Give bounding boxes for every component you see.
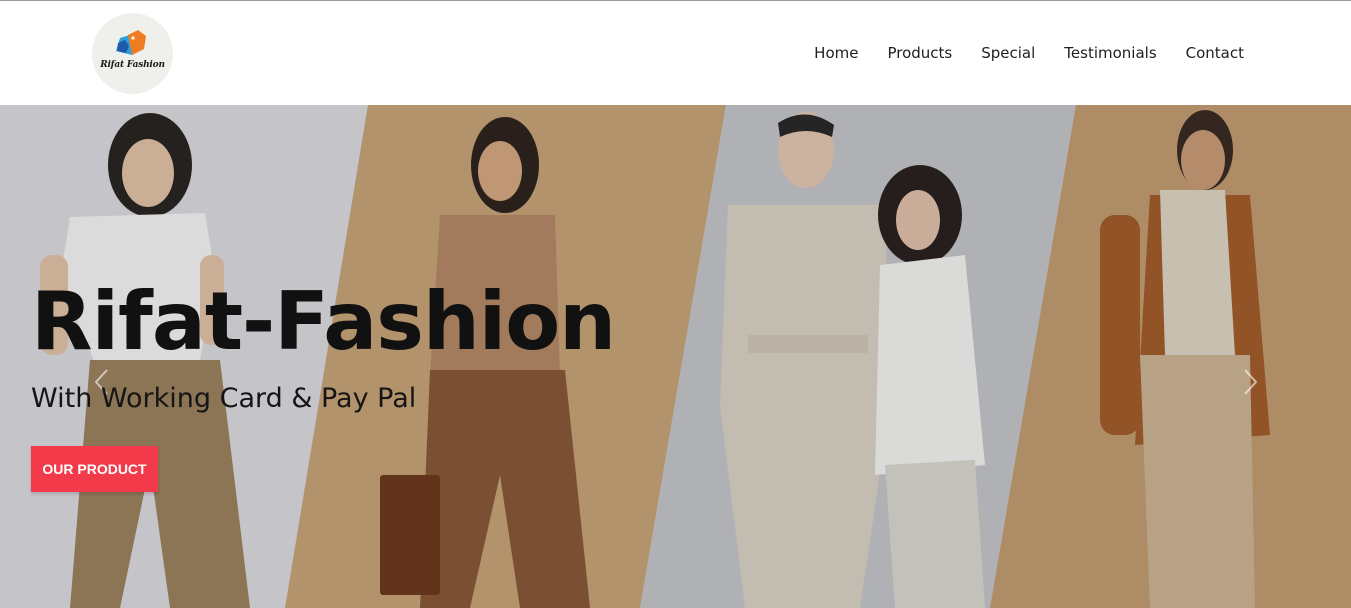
nav-testimonials[interactable]: Testimonials (1064, 44, 1156, 62)
tag-logo-icon (116, 30, 146, 55)
site-header: Rifat Fashion Home Products Special Test… (0, 1, 1351, 105)
main-nav: Home Products Special Testimonials Conta… (814, 44, 1244, 62)
our-product-button[interactable]: OUR PRODUCT (31, 446, 158, 492)
nav-special[interactable]: Special (981, 44, 1035, 62)
nav-products[interactable]: Products (887, 44, 952, 62)
logo-text: Rifat Fashion (100, 60, 165, 70)
hero-slider: Rifat-Fashion With Working Card & Pay Pa… (0, 105, 1351, 608)
hero-title: Rifat-Fashion (31, 275, 616, 368)
nav-home[interactable]: Home (814, 44, 858, 62)
nav-contact[interactable]: Contact (1186, 44, 1244, 62)
hero-subtitle: With Working Card & Pay Pal (31, 383, 417, 414)
brand-logo[interactable]: Rifat Fashion (92, 13, 173, 94)
chevron-right-icon[interactable] (1240, 367, 1260, 397)
